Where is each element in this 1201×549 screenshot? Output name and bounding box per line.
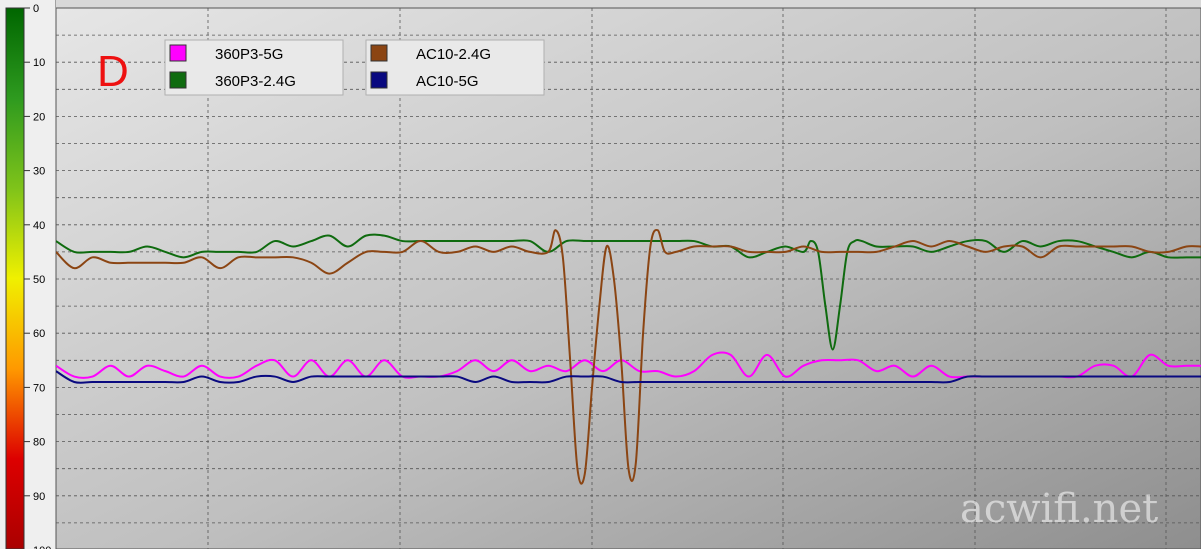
- legend-swatch-ac10-5g: [370, 71, 388, 89]
- legend-swatch-ac10-2-4g: [370, 44, 388, 62]
- legend-label-360p3-2-4g: 360P3-2.4G: [215, 73, 296, 90]
- y-tick-label: 40: [33, 220, 45, 232]
- legend-swatch-360p3-2-4g: [169, 71, 187, 89]
- y-tick-label: 10: [33, 57, 45, 69]
- y-tick-label: 0: [33, 3, 39, 15]
- y-tick-label: 70: [33, 382, 45, 394]
- legend-label-ac10-2-4g: AC10-2.4G: [416, 46, 491, 63]
- y-tick-label: 20: [33, 111, 45, 123]
- y-tick-label: 50: [33, 274, 45, 286]
- signal-color-scale: [5, 7, 25, 549]
- y-tick-label: 90: [33, 491, 45, 503]
- y-tick-label: 30: [33, 166, 45, 178]
- signal-strength-chart: 0 10 20 30 40 50 60 70 80 90 100 D 360P3-5G 360P3-2…: [0, 0, 1201, 549]
- y-tick-label: 80: [33, 437, 45, 449]
- panel-label: D: [97, 47, 129, 96]
- legend-label-360p3-5g: 360P3-5G: [215, 46, 283, 63]
- legend-label-ac10-5g: AC10-5G: [416, 73, 479, 90]
- legend-swatch-360p3-5g: [169, 44, 187, 62]
- y-tick-label: 60: [33, 328, 45, 340]
- watermark: acwifi.net: [960, 486, 1158, 532]
- y-tick-label: 100: [33, 545, 51, 549]
